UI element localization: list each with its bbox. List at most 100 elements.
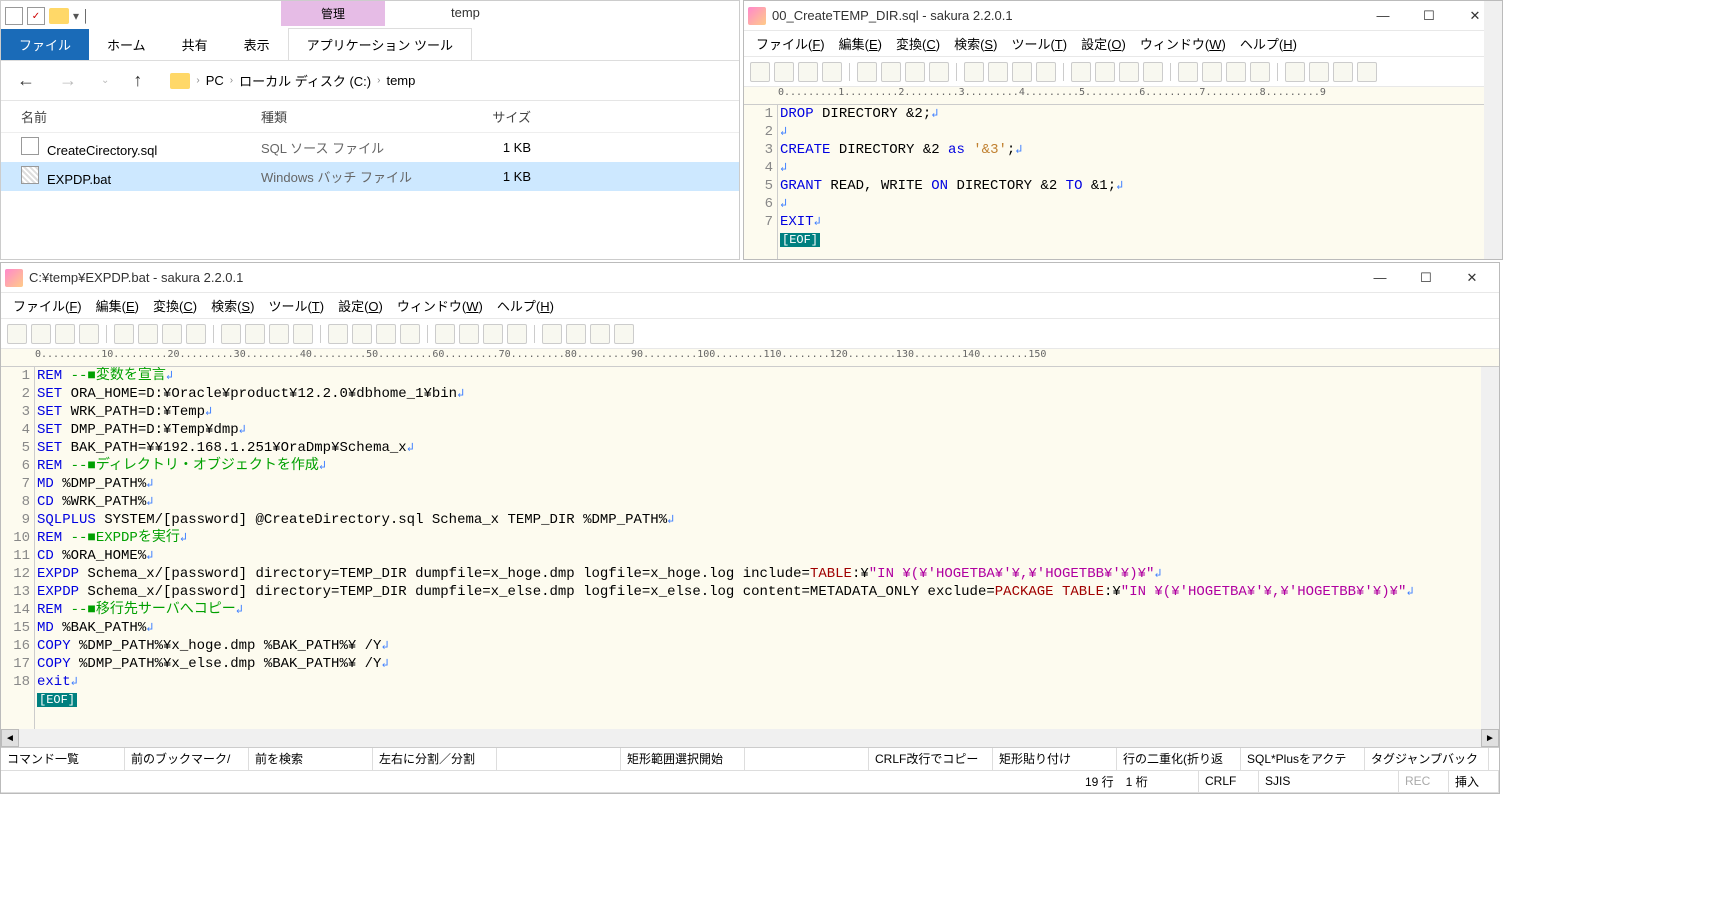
code-line[interactable]: SET BAK_PATH=¥¥192.168.1.251¥OraDmp¥Sche… [37,439,1499,457]
col-size[interactable]: サイズ [431,107,531,126]
toolbar-button[interactable] [269,324,289,344]
code-line[interactable]: CREATE DIRECTORY &2 as '&3';↲ [780,141,1502,159]
status-cell[interactable]: コマンド一覧 [1,748,125,770]
code-line[interactable]: ↲ [780,159,1502,177]
toolbar-button[interactable] [31,324,51,344]
status-cell[interactable]: SQL*Plusをアクテ [1241,748,1365,770]
toolbar-button[interactable] [221,324,241,344]
toolbar-button[interactable] [138,324,158,344]
menu-item[interactable]: 設定(O) [1075,32,1132,55]
code-line[interactable]: SET DMP_PATH=D:¥Temp¥dmp↲ [37,421,1499,439]
titlebar[interactable]: 00_CreateTEMP_DIR.sql - sakura 2.2.0.1 —… [744,1,1502,31]
minimize-button[interactable]: — [1360,1,1406,31]
scroll-left-icon[interactable]: ◄ [1,729,19,747]
minimize-button[interactable]: — [1357,263,1403,293]
code-line[interactable]: COPY %DMP_PATH%¥x_hoge.dmp %BAK_PATH%¥ /… [37,637,1499,655]
nav-back-icon[interactable]: ← [9,66,43,95]
status-cell[interactable]: 前を検索 [249,748,373,770]
checkbox-icon[interactable]: ✓ [27,7,45,25]
editor-body[interactable]: 1234567 DROP DIRECTORY &2;↲↲CREATE DIREC… [744,105,1502,259]
col-type[interactable]: 種類 [261,107,431,126]
toolbar-button[interactable] [328,324,348,344]
code-line[interactable]: REM --■ディレクトリ・オブジェクトを作成↲ [37,457,1499,475]
status-cell[interactable] [745,748,869,770]
menu-item[interactable]: ファイル(F) [7,294,88,317]
toolbar-button[interactable] [1250,62,1270,82]
toolbar-button[interactable] [483,324,503,344]
toolbar-button[interactable] [964,62,984,82]
maximize-button[interactable]: ☐ [1403,263,1449,293]
toolbar-button[interactable] [1226,62,1246,82]
toolbar-button[interactable] [1357,62,1377,82]
vertical-scrollbar[interactable] [1481,367,1499,729]
chevron-right-icon[interactable]: › [196,75,199,86]
toolbar-button[interactable] [1309,62,1329,82]
menu-item[interactable]: 編集(E) [90,294,145,317]
toolbar-button[interactable] [881,62,901,82]
menu-item[interactable]: ヘルプ(H) [491,294,560,317]
toolbar-button[interactable] [590,324,610,344]
code-line[interactable]: COPY %DMP_PATH%¥x_else.dmp %BAK_PATH%¥ /… [37,655,1499,673]
tab-view[interactable]: 表示 [226,29,288,60]
chevron-right-icon[interactable]: › [230,75,233,86]
scroll-right-icon[interactable]: ► [1481,729,1499,747]
code-line[interactable]: DROP DIRECTORY &2;↲ [780,105,1502,123]
toolbar-button[interactable] [1071,62,1091,82]
code-area[interactable]: DROP DIRECTORY &2;↲↲CREATE DIRECTORY &2 … [778,105,1502,259]
toolbar-button[interactable] [542,324,562,344]
menu-item[interactable]: ファイル(F) [750,32,831,55]
horizontal-scrollbar[interactable]: ◄ ► [1,729,1499,747]
code-line[interactable]: REM --■EXPDPを実行↲ [37,529,1499,547]
nav-up-icon[interactable]: ↑ [125,66,150,95]
nav-dropdown-icon[interactable]: ⌄ [93,71,117,90]
chevron-right-icon[interactable]: › [377,75,380,86]
toolbar-button[interactable] [614,324,634,344]
toolbar-button[interactable] [822,62,842,82]
toolbar-button[interactable] [988,62,1008,82]
toolbar-button[interactable] [435,324,455,344]
menu-item[interactable]: 検索(S) [948,32,1003,55]
toolbar-button[interactable] [750,62,770,82]
toolbar-button[interactable] [857,62,877,82]
code-line[interactable]: CD %WRK_PATH%↲ [37,493,1499,511]
toolbar-button[interactable] [7,324,27,344]
code-line[interactable]: exit↲ [37,673,1499,691]
toolbar-button[interactable] [55,324,75,344]
menu-item[interactable]: ウィンドウ(W) [391,294,489,317]
code-line[interactable]: SET ORA_HOME=D:¥Oracle¥product¥12.2.0¥db… [37,385,1499,403]
menu-item[interactable]: 変換(C) [890,32,946,55]
toolbar-button[interactable] [566,324,586,344]
titlebar-overflow[interactable]: ▾ │ [73,9,90,23]
file-row[interactable]: CreateCirectory.sqlSQL ソース ファイル1 KB [1,133,739,162]
code-line[interactable]: REM --■変数を宣言↲ [37,367,1499,385]
toolbar-button[interactable] [114,324,134,344]
editor-body[interactable]: 123456789101112131415161718 REM --■変数を宣言… [1,367,1499,729]
toolbar-button[interactable] [774,62,794,82]
toolbar-button[interactable] [459,324,479,344]
menu-item[interactable]: 検索(S) [205,294,260,317]
tab-home[interactable]: ホーム [89,29,164,60]
col-name[interactable]: 名前 [21,107,261,126]
toolbar-button[interactable] [905,62,925,82]
status-cell[interactable]: 行の二重化(折り返 [1117,748,1241,770]
code-line[interactable]: ↲ [780,195,1502,213]
menu-item[interactable]: ウィンドウ(W) [1134,32,1232,55]
bc-folder[interactable]: temp [386,73,415,88]
code-line[interactable]: MD %BAK_PATH%↲ [37,619,1499,637]
tab-app-tools[interactable]: アプリケーション ツール [288,28,472,60]
status-cell[interactable]: 矩形範囲選択開始 [621,748,745,770]
toolbar-button[interactable] [293,324,313,344]
menu-item[interactable]: 設定(O) [332,294,389,317]
menu-item[interactable]: 変換(C) [147,294,203,317]
toolbar-button[interactable] [1012,62,1032,82]
vertical-scrollbar[interactable] [1484,105,1502,259]
toolbar-button[interactable] [186,324,206,344]
status-cell[interactable]: タグジャンプバック [1365,748,1489,770]
code-line[interactable]: EXPDP Schema_x/[password] directory=TEMP… [37,565,1499,583]
toolbar-button[interactable] [376,324,396,344]
toolbar-button[interactable] [400,324,420,344]
nav-forward-icon[interactable]: → [51,66,85,95]
toolbar-button[interactable] [929,62,949,82]
toolbar-button[interactable] [245,324,265,344]
file-row[interactable]: EXPDP.batWindows バッチ ファイル1 KB [1,162,739,191]
